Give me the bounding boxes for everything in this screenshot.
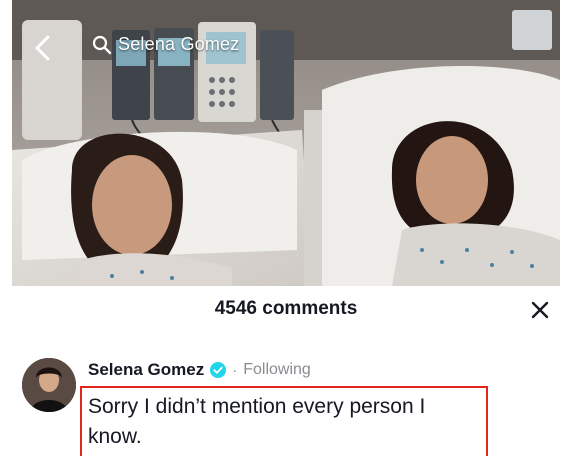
search-bar[interactable]: Selena Gomez (86, 32, 245, 57)
comment-username[interactable]: Selena Gomez (88, 360, 204, 380)
avatar[interactable] (22, 358, 76, 412)
comment-header: Selena Gomez · Following (88, 360, 311, 380)
close-button[interactable] (526, 296, 554, 324)
comment-item: Selena Gomez · Following Sorry I didn’t … (0, 356, 572, 456)
video-top-bar: Selena Gomez (12, 0, 560, 90)
video-frame-photo[interactable]: Selena Gomez (12, 0, 560, 286)
search-icon (92, 35, 112, 54)
follow-status[interactable]: Following (243, 361, 311, 379)
verified-badge-icon (210, 362, 227, 378)
comment-text: Sorry I didn’t mention every person I kn… (88, 395, 426, 448)
separator-dot: · (232, 361, 238, 379)
close-icon (531, 301, 549, 319)
search-query-text: Selena Gomez (118, 34, 240, 54)
back-button[interactable] (28, 30, 56, 66)
comments-header: 4546 comments (0, 294, 572, 324)
comments-count-title: 4546 comments (214, 298, 358, 319)
chevron-left-icon (35, 35, 50, 61)
avatar-image (22, 358, 76, 412)
comments-sheet: 4546 comments Selena Gomez · Following S… (0, 286, 572, 456)
